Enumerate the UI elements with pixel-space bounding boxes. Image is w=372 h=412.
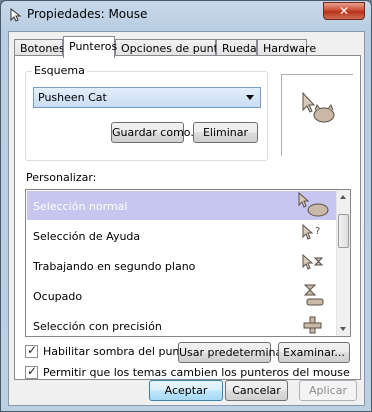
- scheme-dropdown[interactable]: Pusheen Cat: [33, 87, 261, 108]
- scheme-legend: Esquema: [32, 64, 87, 77]
- arrow-cat-icon: [302, 91, 335, 123]
- themes-label: Permitir que los temas cambien los punte…: [43, 366, 350, 379]
- title-bar[interactable]: Propiedades: Mouse ✕: [1, 1, 371, 29]
- hourglass-icon: [303, 284, 324, 306]
- list-item[interactable]: Ocupado: [27, 281, 337, 310]
- help-arrow-icon: ?: [302, 223, 320, 240]
- themes-checkbox[interactable]: ✓: [25, 364, 38, 379]
- accept-button[interactable]: Aceptar: [149, 380, 223, 401]
- cursor-list[interactable]: Selección normal Selección de Ayuda ? Tr…: [25, 189, 351, 337]
- shadow-checkbox[interactable]: ✓: [25, 343, 38, 358]
- browse-button[interactable]: Examinar...: [278, 342, 350, 363]
- scheme-selected-value: Pusheen Cat: [38, 91, 107, 104]
- close-button[interactable]: ✕: [323, 2, 365, 20]
- list-item-label: Ocupado: [33, 290, 83, 303]
- list-item-label: Trabajando en segundo plano: [33, 260, 196, 273]
- arrow-cat-icon: [298, 192, 329, 217]
- punteros-tab-page: Esquema Pusheen Cat Guardar como... Elim…: [14, 55, 361, 380]
- list-item[interactable]: Selección normal: [27, 191, 337, 220]
- customize-label: Personalizar:: [26, 171, 97, 184]
- tab-punteros[interactable]: Punteros: [63, 36, 117, 58]
- cursor-preview: [281, 74, 353, 156]
- cancel-button[interactable]: Cancelar: [225, 380, 288, 401]
- list-scrollbar[interactable]: [336, 190, 350, 336]
- scroll-down-arrow-icon[interactable]: [340, 327, 346, 331]
- window-title: Propiedades: Mouse: [27, 7, 148, 21]
- crosshair-icon: [303, 316, 322, 334]
- scheme-group: Esquema Pusheen Cat Guardar como... Elim…: [25, 64, 268, 161]
- apply-button[interactable]: Aplicar: [299, 380, 357, 401]
- dialog-client: Botones Punteros Opciones de puntero Rue…: [8, 31, 365, 406]
- delete-scheme-button[interactable]: Eliminar: [193, 122, 258, 143]
- chevron-down-icon: [246, 95, 254, 100]
- list-item-label: Selección normal: [33, 200, 128, 213]
- list-item-label: Selección con precisión: [33, 320, 162, 333]
- checkmark-icon: ✓: [27, 343, 38, 357]
- scroll-up-arrow-icon[interactable]: [340, 195, 346, 199]
- list-item[interactable]: Selección de Ayuda ?: [27, 221, 337, 250]
- mouse-app-icon: [10, 8, 22, 22]
- save-as-button[interactable]: Guardar como...: [111, 122, 201, 143]
- use-default-button[interactable]: Usar predeterminado: [178, 342, 296, 363]
- scroll-thumb[interactable]: [338, 214, 349, 248]
- list-item-label: Selección de Ayuda: [33, 230, 141, 243]
- background-working-icon: [302, 253, 324, 270]
- checkmark-icon: ✓: [27, 364, 38, 378]
- list-item[interactable]: Trabajando en segundo plano: [27, 251, 337, 280]
- svg-text:?: ?: [315, 226, 320, 237]
- list-item[interactable]: Selección con precisión: [27, 311, 337, 336]
- mouse-properties-window: Propiedades: Mouse ✕ Botones Punteros Op…: [0, 0, 372, 412]
